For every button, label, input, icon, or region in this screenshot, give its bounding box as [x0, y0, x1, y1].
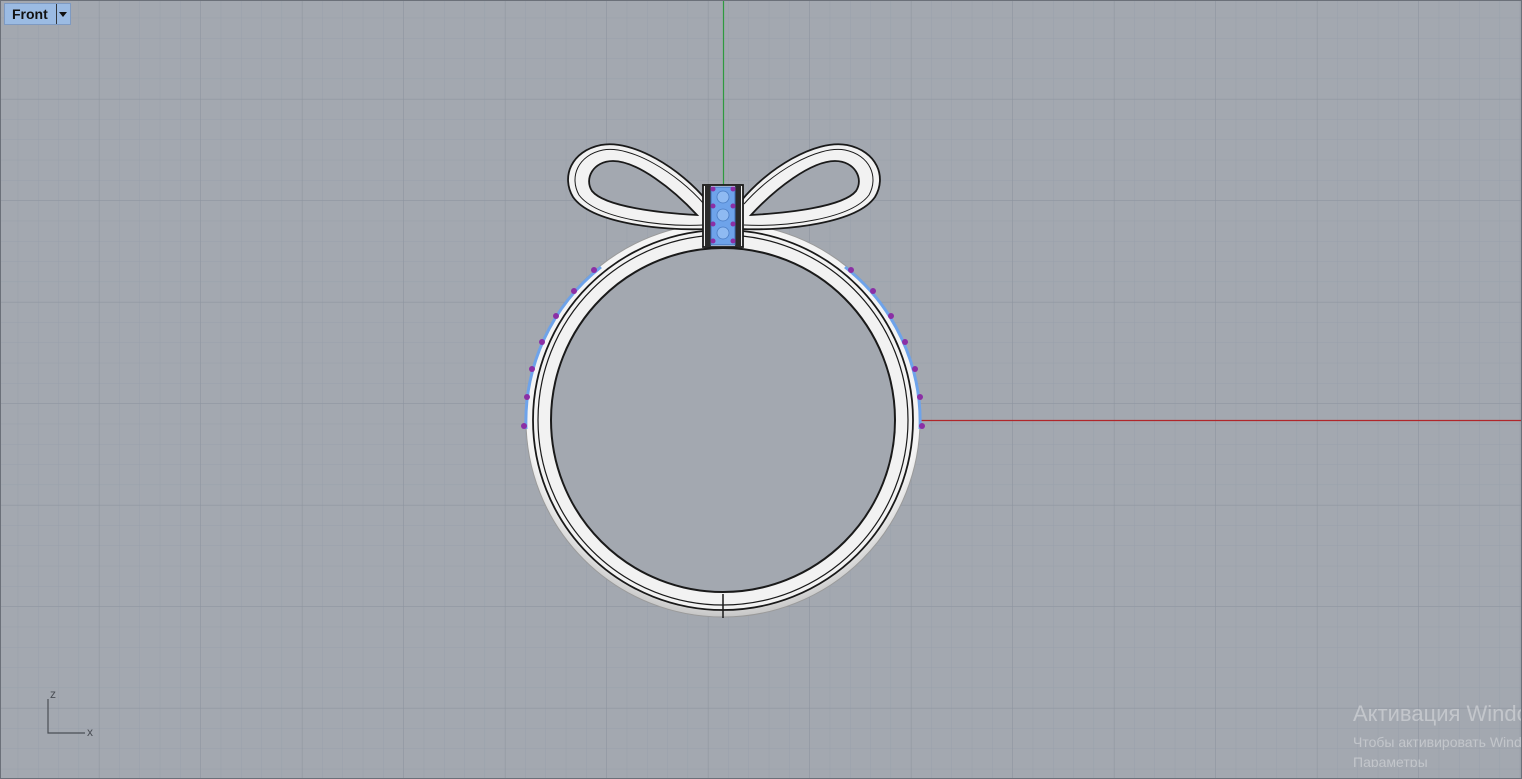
viewport-title[interactable]: Front	[5, 4, 56, 24]
watermark-title: Активация Windows	[1353, 701, 1521, 726]
watermark-subtitle: Чтобы активировать Windows, перейдите в …	[1353, 734, 1522, 750]
watermark-settings-link: Параметры	[1353, 757, 1428, 767]
axes-widget-x-label: x	[87, 725, 93, 739]
viewport-canvas[interactable]: z x	[1, 1, 1522, 779]
chevron-down-icon	[59, 11, 68, 17]
bow-knot[interactable]	[702, 184, 744, 248]
axes-widget-z-label: z	[50, 687, 56, 701]
viewport-title-tab[interactable]: Front	[4, 3, 71, 25]
front-viewport[interactable]: z x Front Активация Windows Чтобы активи…	[0, 0, 1522, 779]
activation-watermark: Активация Windows Чтобы активировать Win…	[1353, 701, 1522, 767]
viewport-menu-button[interactable]	[55, 4, 70, 24]
